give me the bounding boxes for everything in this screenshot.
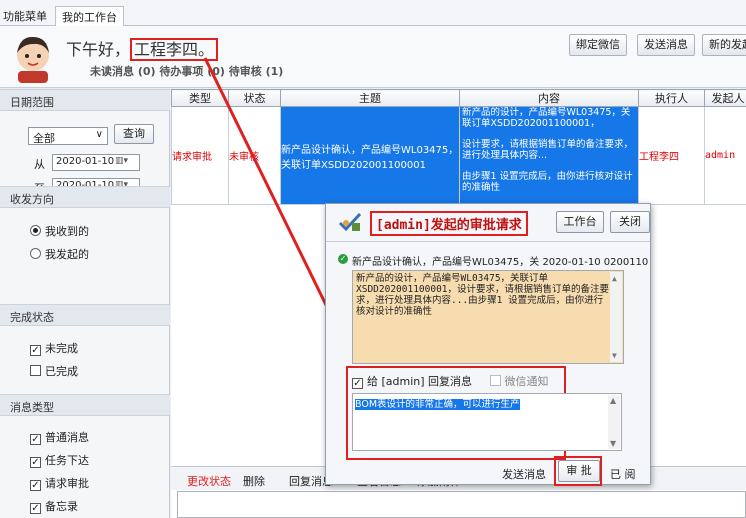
- query-button[interactable]: 查询: [114, 124, 154, 144]
- scroll-down-icon[interactable]: ▼: [610, 439, 616, 448]
- col-initiator-header[interactable]: 发起人: [704, 89, 746, 107]
- check-circle-icon: ✓: [338, 254, 348, 264]
- content-line: 由步骤1 设置完成后，由你进行核对设计的准确性: [462, 171, 633, 193]
- col-executor-header[interactable]: 执行人: [638, 89, 705, 107]
- dialog-actions: 发送消息 审 批 已 阅: [326, 456, 650, 486]
- checkbox-icon[interactable]: [30, 365, 41, 376]
- col-status-header[interactable]: 状态: [228, 89, 281, 107]
- from-date-input[interactable]: 2020-01-10 ▥▾: [52, 154, 140, 171]
- workbench-button[interactable]: 工作台: [556, 211, 604, 233]
- table-row[interactable]: 请求审批 未审核 新产品设计确认，产品编号WL03475，关联订单XSDD202…: [171, 106, 746, 205]
- date-range-select[interactable]: 全部 ∨: [28, 127, 108, 145]
- greeting-username: 工程李四。: [130, 38, 219, 61]
- checkbox-checked-icon[interactable]: ✓: [30, 480, 41, 491]
- type-task-label: 任务下达: [45, 454, 89, 467]
- direction-sent-label: 我发起的: [45, 248, 89, 261]
- send-message-button[interactable]: 发送消息: [637, 34, 695, 56]
- checkbox-checked-icon[interactable]: ✓: [30, 345, 41, 356]
- chevron-down-icon: ∨: [95, 129, 103, 140]
- tab-bar: 功能菜单 我的工作台: [0, 0, 746, 26]
- reply-options: ✓ 给 [admin] 回复消息 微信通知: [352, 373, 549, 389]
- tab-my-workbench[interactable]: 我的工作台: [55, 6, 124, 26]
- col-type-header[interactable]: 类型: [171, 89, 229, 107]
- wechat-notify-option[interactable]: 微信通知: [489, 375, 549, 388]
- date-range-title: 日期范围: [0, 89, 170, 111]
- greeting-text: 下午好， 工程李四。: [66, 36, 219, 61]
- cell-content[interactable]: 新产品的设计，产品编号WL03475，关联订单XSDD202001100001，…: [459, 106, 639, 205]
- new-initiate-button[interactable]: 新的发起: [702, 34, 746, 56]
- filter-sidebar: 日期范围 全部 ∨ 查询 从 2020-01-10 ▥▾ 至 2020-01-1…: [0, 89, 170, 518]
- workbench-header: 下午好， 工程李四。 未读消息 (0) 待办事项 (0) 待审核 (1) 绑定微信…: [0, 26, 746, 88]
- status-complete-option[interactable]: 已完成: [30, 363, 78, 379]
- direction-sent-option[interactable]: 我发起的: [30, 246, 89, 262]
- type-normal-option[interactable]: ✓ 普通消息: [30, 429, 89, 445]
- checkbox-checked-icon[interactable]: ✓: [352, 378, 363, 389]
- type-approval-label: 请求审批: [45, 477, 89, 490]
- content-line: 新产品的设计，产品编号WL03475，关联订单XSDD202001100001，: [462, 107, 631, 130]
- scroll-up-icon[interactable]: ▲: [610, 396, 616, 405]
- request-message-text: 新产品的设计，产品编号WL03475，关联订单XSDD202001100001，…: [356, 273, 610, 317]
- col-content-header[interactable]: 内容: [459, 89, 639, 107]
- request-message-box[interactable]: 新产品的设计，产品编号WL03475，关联订单XSDD202001100001，…: [352, 270, 624, 364]
- cell-executor[interactable]: 工程李四: [638, 106, 705, 205]
- radio-icon[interactable]: [30, 248, 41, 259]
- bottom-detail-area: [177, 491, 746, 518]
- type-memo-option[interactable]: ✓ 备忘录: [30, 498, 78, 514]
- col-subject-header[interactable]: 主题: [280, 89, 460, 107]
- approval-dialog: [admin]发起的审批请求 工作台 关闭 ✓ 新产品设计确认，产品编号WL03…: [325, 203, 651, 486]
- request-info: 新产品设计确认，产品编号WL03475，关 2020-01-10 0200110…: [352, 257, 648, 268]
- cell-type[interactable]: 请求审批: [171, 106, 229, 205]
- scroll-up-icon[interactable]: ▲: [612, 273, 617, 284]
- message-stats: 未读消息 (0) 待办事项 (0) 待审核 (1): [90, 65, 284, 78]
- checkbox-icon[interactable]: [489, 375, 501, 386]
- status-incomplete-label: 未完成: [45, 342, 78, 355]
- reply-text: BOM表设计的非常正确，可以进行生产: [355, 399, 520, 410]
- scroll-down-icon[interactable]: ▼: [612, 350, 617, 361]
- table-header-row: 类型 状态 主题 内容 执行人 发起人: [171, 89, 746, 107]
- type-approval-option[interactable]: ✓ 请求审批: [30, 475, 89, 491]
- msg-type-title: 消息类型: [0, 394, 170, 416]
- tab-function-menu[interactable]: 功能菜单: [3, 8, 47, 24]
- direction-received-label: 我收到的: [45, 225, 89, 238]
- reply-checkbox-label[interactable]: 给 [admin] 回复消息: [367, 375, 472, 388]
- cell-initiator[interactable]: admin: [704, 106, 746, 205]
- approve-highlight-box: [554, 456, 602, 486]
- close-button[interactable]: 关闭: [610, 211, 650, 233]
- bind-wechat-button[interactable]: 绑定微信: [569, 34, 627, 56]
- delete-link[interactable]: 删除: [243, 473, 265, 489]
- content-line: 设计要求，请根据销售订单的备注要求，进行处理具体内容...: [462, 139, 634, 161]
- message-table: 类型 状态 主题 内容 执行人 发起人 请求审批 未审核 新产品设计确认，产品编…: [171, 89, 746, 205]
- dialog-divider: [326, 241, 650, 242]
- from-date-value: 2020-01-10: [56, 156, 115, 167]
- dialog-titlebar: [admin]发起的审批请求 工作台 关闭: [326, 204, 650, 240]
- checkbox-checked-icon[interactable]: ✓: [30, 457, 41, 468]
- type-normal-label: 普通消息: [45, 431, 89, 444]
- avatar-icon: [17, 36, 49, 83]
- radio-selected-icon[interactable]: [30, 225, 41, 236]
- from-label: 从: [34, 158, 45, 171]
- scrollbar[interactable]: ▲ ▼: [608, 395, 620, 449]
- status-title: 完成状态: [0, 304, 170, 326]
- type-task-option[interactable]: ✓ 任务下达: [30, 452, 89, 468]
- type-memo-label: 备忘录: [45, 500, 78, 513]
- cell-subject[interactable]: 新产品设计确认，产品编号WL03475，关联订单XSDD202001100001: [280, 106, 460, 205]
- checkbox-checked-icon[interactable]: ✓: [30, 434, 41, 445]
- approval-logo-icon: [338, 212, 362, 232]
- scrollbar[interactable]: ▲ ▼: [610, 272, 622, 362]
- dialog-title: [admin]发起的审批请求: [370, 211, 528, 236]
- mark-read-action[interactable]: 已 阅: [610, 466, 636, 482]
- change-status-link[interactable]: 更改状态: [187, 473, 231, 489]
- reply-textarea[interactable]: BOM表设计的非常正确，可以进行生产 ▲ ▼: [352, 393, 622, 451]
- status-complete-label: 已完成: [45, 365, 78, 378]
- checkbox-checked-icon[interactable]: ✓: [30, 503, 41, 514]
- calendar-icon[interactable]: ▥▾: [115, 156, 137, 169]
- status-incomplete-option[interactable]: ✓ 未完成: [30, 340, 78, 356]
- wechat-notify-label: 微信通知: [504, 375, 549, 388]
- greeting-salutation: 下午好，: [66, 40, 131, 59]
- send-message-action[interactable]: 发送消息: [502, 466, 546, 482]
- date-range-select-value: 全部: [33, 132, 55, 145]
- cell-status[interactable]: 未审核: [228, 106, 281, 205]
- direction-received-option[interactable]: 我收到的: [30, 223, 89, 239]
- direction-title: 收发方向: [0, 186, 170, 208]
